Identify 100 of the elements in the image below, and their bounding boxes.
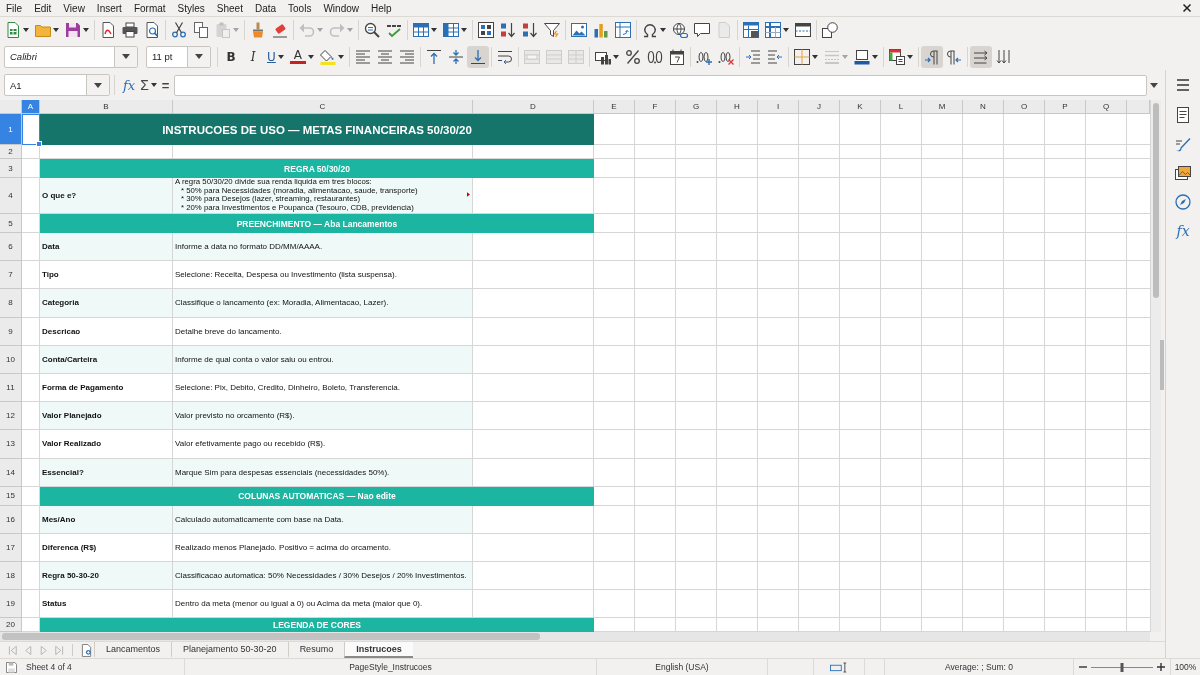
- zoom-percent[interactable]: 100%: [1174, 662, 1197, 672]
- row-header[interactable]: 12: [0, 402, 22, 431]
- menu-item[interactable]: Format: [127, 1, 172, 15]
- print-area-button[interactable]: [740, 19, 762, 41]
- plus-icon: [1157, 663, 1165, 671]
- merge-cells-icon: [545, 48, 562, 65]
- table-cell: Valor Realizado: [40, 430, 173, 459]
- scrollbar-thumb[interactable]: [1153, 103, 1159, 298]
- slider-thumb[interactable]: [1120, 662, 1124, 672]
- table-cell: [22, 533, 40, 563]
- close-document-button[interactable]: [1183, 4, 1191, 12]
- sheet-tab[interactable]: Planejamento 50-30-20: [171, 642, 288, 658]
- name-box[interactable]: A1: [4, 74, 110, 96]
- formula-button[interactable]: =: [158, 77, 173, 93]
- row-header[interactable]: 4: [0, 178, 22, 214]
- row-header[interactable]: 19: [0, 590, 22, 619]
- shapes-button[interactable]: [819, 19, 841, 41]
- row-header[interactable]: 8: [0, 289, 22, 318]
- text-left-to-right-button[interactable]: [969, 45, 992, 68]
- column-header[interactable]: L: [881, 100, 922, 114]
- table-cell: [22, 373, 40, 403]
- section-heading: REGRA 50/30/20: [40, 159, 594, 178]
- menu-item[interactable]: Edit: [28, 1, 58, 15]
- row-header[interactable]: 5: [0, 214, 22, 233]
- menu-item[interactable]: Data: [248, 1, 283, 15]
- freeze-button[interactable]: [762, 19, 792, 41]
- dropdown-button[interactable]: [86, 75, 109, 95]
- column-header[interactable]: D: [473, 100, 594, 114]
- menu-item[interactable]: Insert: [90, 1, 128, 15]
- split-cells-icon: [567, 48, 584, 65]
- zoom-in-button[interactable]: [1156, 662, 1166, 672]
- font-color-button[interactable]: A: [286, 45, 317, 68]
- menu-item[interactable]: Window: [317, 1, 365, 15]
- column-header[interactable]: H: [717, 100, 758, 114]
- menu-item[interactable]: Styles: [171, 1, 211, 15]
- scrollbar-thumb[interactable]: [2, 633, 540, 640]
- formula-input[interactable]: [174, 74, 1147, 96]
- column-header[interactable]: F: [635, 100, 676, 114]
- row-header[interactable]: 13: [0, 430, 22, 459]
- row-header[interactable]: 3: [0, 159, 22, 178]
- borders-icon: [793, 48, 810, 65]
- row-header[interactable]: 11: [0, 373, 22, 403]
- column-header[interactable]: E: [594, 100, 635, 114]
- row-header[interactable]: 14: [0, 458, 22, 487]
- menu-item[interactable]: File: [0, 1, 29, 15]
- row-header[interactable]: 20: [0, 618, 22, 632]
- column-header[interactable]: C: [173, 100, 473, 114]
- sheet-tab[interactable]: Instrucoes: [344, 642, 413, 658]
- column-header[interactable]: G: [676, 100, 717, 114]
- sheet-tab[interactable]: Lancamentos: [94, 642, 172, 658]
- column-header[interactable]: M: [922, 100, 963, 114]
- row-header[interactable]: 9: [0, 317, 22, 346]
- caret-icon: [660, 28, 666, 32]
- wrap-text-icon: [496, 48, 513, 65]
- column-header[interactable]: P: [1045, 100, 1086, 114]
- row-header[interactable]: 16: [0, 505, 22, 534]
- column-header[interactable]: O: [1004, 100, 1045, 114]
- fill-handle[interactable]: [36, 141, 42, 147]
- menu-item[interactable]: Tools: [282, 1, 318, 15]
- row-header[interactable]: 7: [0, 261, 22, 290]
- sort-descending-icon: [522, 22, 538, 38]
- row-header[interactable]: 2: [0, 145, 22, 159]
- menu-item[interactable]: Sheet: [210, 1, 249, 15]
- horizontal-scrollbar[interactable]: [0, 632, 1150, 641]
- function-wizard-button[interactable]: fx: [120, 77, 139, 93]
- row-header[interactable]: 10: [0, 345, 22, 374]
- dropdown-button[interactable]: [187, 46, 210, 67]
- column-header[interactable]: A: [22, 100, 40, 114]
- column-header[interactable]: B: [40, 100, 173, 114]
- column-header[interactable]: N: [963, 100, 1004, 114]
- sort-button[interactable]: [475, 19, 497, 41]
- font-size-field[interactable]: 11 pt: [146, 45, 211, 68]
- selection-mode-icon[interactable]: [830, 661, 848, 673]
- row-header[interactable]: 17: [0, 533, 22, 563]
- column-header[interactable]: I: [758, 100, 799, 114]
- vertical-scrollbar[interactable]: [1150, 100, 1161, 632]
- table-cell: Descricao: [40, 317, 173, 346]
- column-header[interactable]: J: [799, 100, 840, 114]
- sum-button[interactable]: Σ: [138, 77, 159, 93]
- left-to-right-button[interactable]: [920, 45, 943, 68]
- row-header[interactable]: 18: [0, 562, 22, 591]
- menu-item[interactable]: Help: [365, 1, 398, 15]
- pivot-table-button[interactable]: [612, 19, 634, 41]
- column-header[interactable]: Q: [1086, 100, 1127, 114]
- dropdown-button[interactable]: [114, 46, 137, 67]
- row-header[interactable]: 1: [0, 114, 22, 145]
- underline-button[interactable]: U: [264, 45, 287, 68]
- italic-button[interactable]: I: [242, 45, 264, 68]
- language[interactable]: English (USA): [655, 662, 709, 672]
- navigator-button[interactable]: [1172, 191, 1194, 213]
- font-name-field[interactable]: Calibri: [4, 45, 138, 68]
- bold-button[interactable]: B: [220, 45, 242, 68]
- column-header[interactable]: K: [840, 100, 881, 114]
- number-format-icon: [646, 48, 663, 65]
- functions-button[interactable]: fx: [1172, 220, 1194, 242]
- menu-item[interactable]: View: [57, 1, 91, 15]
- sidebar-handle[interactable]: [1160, 340, 1164, 390]
- align-bottom-button[interactable]: [466, 45, 489, 68]
- page-style[interactable]: PageStyle_Instrucoes: [349, 662, 432, 672]
- row-header[interactable]: 6: [0, 233, 22, 262]
